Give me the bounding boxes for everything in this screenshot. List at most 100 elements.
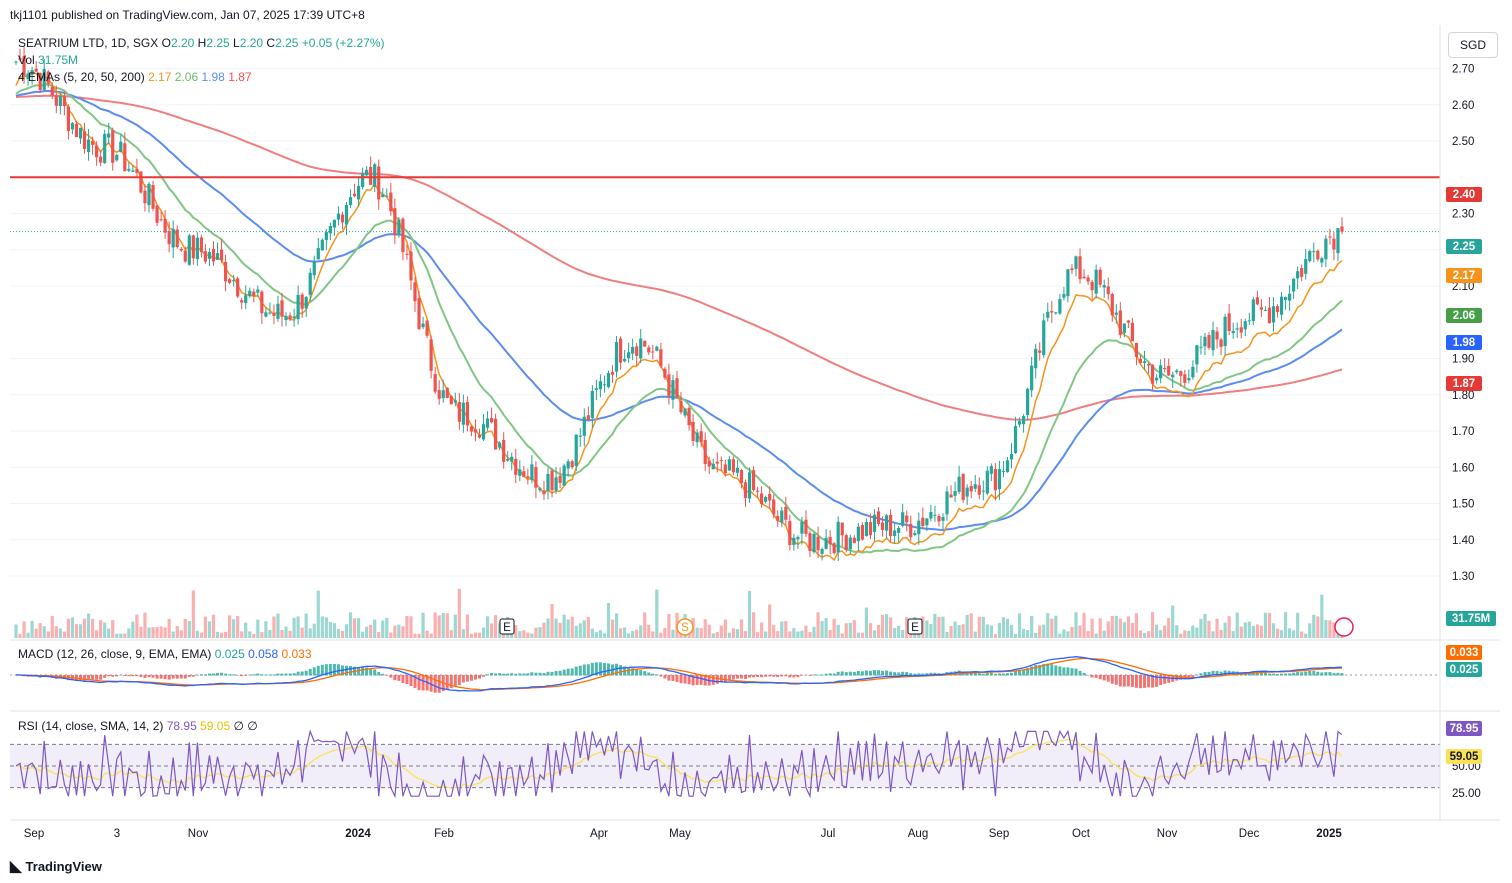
macd-hist-bar <box>1324 672 1328 676</box>
macd-hist-bar <box>216 672 220 676</box>
macd-hist-bar <box>1199 673 1203 676</box>
rsi-legend[interactable]: RSI (14, close, SMA, 14, 2) 78.95 59.05 … <box>18 719 258 733</box>
candle-body <box>429 339 433 371</box>
price-tick: 2.30 <box>1452 209 1474 221</box>
macd-hist-bar <box>784 675 788 677</box>
volume-bar <box>643 612 647 638</box>
macd-hist-bar <box>369 669 373 676</box>
macd-hist-bar <box>844 672 848 676</box>
vol-label[interactable]: Vol <box>18 53 35 67</box>
macd-hist-bar <box>288 673 292 676</box>
macd-hist-bar <box>881 670 885 676</box>
macd-hist-bar <box>514 673 518 676</box>
candle-body <box>1021 416 1026 425</box>
candle-body <box>1340 226 1344 232</box>
candle-body <box>143 190 147 204</box>
candle-body <box>610 371 615 375</box>
candle-body <box>276 303 280 319</box>
macd-hist-bar <box>1203 671 1207 676</box>
candle-body <box>413 282 417 302</box>
macd-hist-bar <box>437 675 441 693</box>
candle-body <box>1235 328 1239 330</box>
candle-body <box>211 248 216 262</box>
candle-body <box>598 381 603 390</box>
candle-body <box>1082 276 1086 279</box>
macd-hist-bar <box>1280 673 1284 676</box>
volume-bar <box>1167 618 1171 638</box>
candle-body <box>788 521 792 546</box>
macd-hist-bar <box>469 675 473 681</box>
macd-hist-bar <box>554 671 558 676</box>
macd-hist-bar <box>304 670 308 676</box>
candle-body <box>103 133 107 163</box>
volume-bar <box>171 631 175 638</box>
currency-button[interactable]: SGD <box>1448 32 1498 58</box>
macd-legend[interactable]: MACD (12, 26, close, 9, EMA, EMA) 0.025 … <box>18 647 312 661</box>
macd-hist-bar <box>772 675 776 677</box>
time-label: Oct <box>1072 828 1091 840</box>
volume-bar <box>344 624 349 638</box>
volume-bar <box>747 590 752 638</box>
candle-body <box>566 461 570 469</box>
candle-body <box>743 482 748 499</box>
volume-bar <box>659 632 663 638</box>
volume-bar <box>780 621 784 638</box>
macd-hist-bar <box>453 675 457 686</box>
volume-bar <box>308 628 312 638</box>
volume-bar <box>445 613 449 638</box>
candle-body <box>618 338 623 363</box>
volume-bar <box>796 631 800 638</box>
volume-bar <box>381 620 385 638</box>
volume-bar <box>743 631 748 638</box>
volume-bar <box>179 630 183 638</box>
chart-canvas[interactable]: 50.0025.00 2.702.602.502.302.202.101.901… <box>0 0 1512 883</box>
candle-body <box>639 338 643 359</box>
volume-bar <box>356 618 361 638</box>
volume-bar <box>429 633 433 638</box>
macd-hist-bar <box>349 666 353 676</box>
volume-bar <box>655 589 659 638</box>
volume-bar <box>1292 630 1296 638</box>
volume-bar <box>215 631 220 638</box>
volume-bar <box>264 621 268 638</box>
candle-body <box>441 390 445 399</box>
volume-bar <box>50 616 54 638</box>
volume-bar <box>631 631 635 638</box>
candle-body <box>804 519 808 534</box>
symbol-name[interactable]: SEATRIUM LTD, 1D, SGX <box>18 36 158 50</box>
candle-body <box>828 536 832 545</box>
volume-bar <box>856 632 860 638</box>
volume-bar <box>868 623 873 638</box>
macd-hist-bar <box>667 675 671 681</box>
lightning-icon <box>1334 617 1354 637</box>
candle-body <box>913 533 917 536</box>
candle-body <box>852 537 856 544</box>
tradingview-brand[interactable]: ◣ TradingView <box>10 857 102 875</box>
macd-signal-value: 0.058 <box>248 647 279 661</box>
macd-hist-bar <box>659 675 663 677</box>
macd-hist-bar <box>796 675 800 678</box>
volume-bar <box>433 612 437 638</box>
time-label: Dec <box>1239 828 1260 840</box>
candle-body <box>219 249 224 261</box>
time-label: 2024 <box>345 828 371 840</box>
candle-body <box>340 214 345 223</box>
candle-body <box>1074 256 1078 269</box>
volume-bar <box>348 612 353 638</box>
volume-bar <box>526 632 530 638</box>
candle-body <box>901 512 905 526</box>
volume-bar <box>888 617 893 638</box>
volume-bar <box>336 628 341 638</box>
macd-hist-bar <box>651 673 655 676</box>
volume-bar <box>1251 625 1255 638</box>
candle-body <box>590 390 594 418</box>
candle-body <box>667 374 671 397</box>
volume-bar <box>413 633 417 638</box>
ema-label[interactable]: 4 EMAs (5, 20, 50, 200) <box>18 70 145 84</box>
volume-bar <box>1247 621 1251 638</box>
volume-bar <box>232 619 236 638</box>
candle-body <box>949 494 953 498</box>
volume-bar <box>191 590 195 638</box>
candle-body <box>1271 306 1276 323</box>
candle-body <box>393 208 397 236</box>
